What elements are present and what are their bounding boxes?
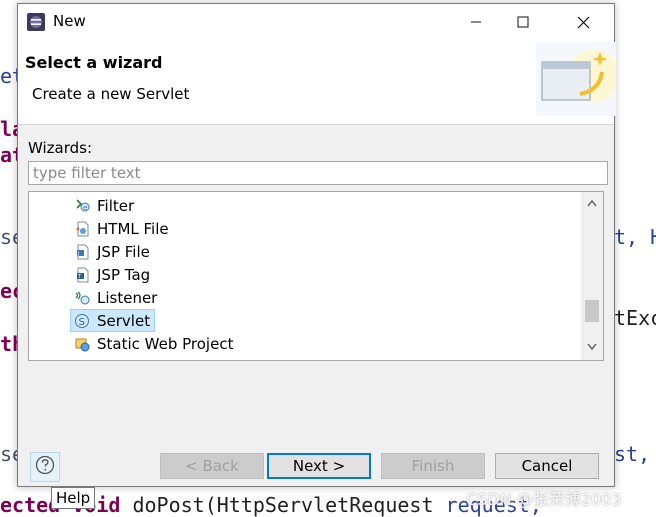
html-file-icon [73,220,91,238]
cancel-button[interactable]: Cancel [495,453,599,479]
tree-item-listener[interactable]: Listener [71,287,161,308]
jsp-file-icon: J [73,243,91,261]
svg-text:J: J [77,251,79,257]
tree-item-static-web-project[interactable]: Static Web Project [71,333,237,354]
scroll-up-icon[interactable] [585,196,599,210]
scrollbar-thumb[interactable] [585,300,599,322]
tree-item-html-file[interactable]: HTML File [71,218,173,239]
tree-scrollbar[interactable] [581,192,603,360]
wizards-label: Wizards: [28,139,93,157]
tree-item-label: Filter [97,196,135,215]
code-fragment: st, [614,442,651,466]
code-fragment: tExc [614,306,656,330]
jsp-tag-icon: T [73,266,91,284]
wizard-header: Select a wizard Create a new Servlet [18,38,620,125]
svg-text:e: e [83,204,87,212]
filter-input[interactable] [28,161,608,185]
page-description: Create a new Servlet [32,85,190,103]
svg-text:S: S [79,317,85,328]
help-icon [35,455,55,479]
new-wizard-dialog: New Select a wizard Create a new Servlet… [17,3,620,487]
page-title: Select a wizard [25,53,163,72]
minimize-icon[interactable] [456,8,496,36]
wizard-banner-icon [536,42,620,116]
tree-item-jsp-file[interactable]: J JSP File [71,241,154,262]
back-button[interactable]: < Back [160,453,264,479]
window-title: New [53,12,86,30]
tree-item-label: Listener [97,288,158,307]
tree-item-label: Static Web Project [97,334,234,353]
tree-item-label: Servlet [97,311,151,330]
wizard-tree[interactable]: e Filter HTML File J JSP File T JSP Tag … [28,191,604,361]
close-icon[interactable] [563,8,603,36]
servlet-icon: S [73,312,91,330]
code-fragment: t, H [614,225,656,249]
tree-item-filter[interactable]: e Filter [71,195,138,216]
maximize-icon[interactable] [503,8,543,36]
tree-item-label: JSP File [97,242,150,261]
help-tooltip: Help [51,487,96,509]
finish-button[interactable]: Finish [381,453,485,479]
filter-icon: e [73,197,91,215]
tree-item-label: HTML File [97,219,169,238]
tree-item-label: JSP Tag [97,265,151,284]
next-button[interactable]: Next > [267,453,371,479]
wizard-body: Wizards: e Filter HTML File J JSP File [18,125,614,486]
title-bar[interactable]: New [18,4,614,38]
watermark: CSDN @张荣博2003 [466,490,622,509]
tree-item-servlet[interactable]: S Servlet [70,309,156,332]
static-web-project-icon [73,335,91,353]
eclipse-app-icon [27,13,45,31]
help-button[interactable] [30,452,60,482]
scroll-down-icon[interactable] [585,340,599,354]
listener-icon [73,289,91,307]
tree-item-jsp-tag[interactable]: T JSP Tag [71,264,154,285]
